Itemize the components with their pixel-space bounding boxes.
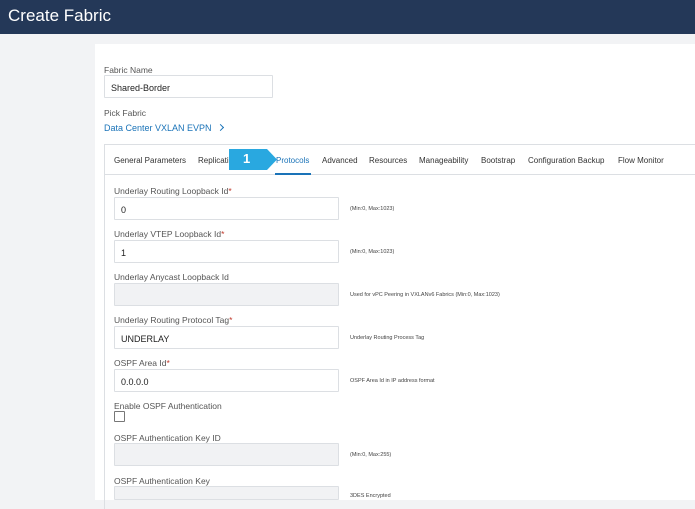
required-mark: * [221,229,225,239]
underlay-routing-loopback-label-text: Underlay Routing Loopback Id [114,186,229,196]
window-title: Create Fabric [8,6,111,25]
pick-fabric-link[interactable]: Data Center VXLAN EVPN [104,123,224,133]
ospf-auth-key-label: OSPF Authentication Key [114,476,210,486]
step-callout-number: 1 [243,151,251,166]
tab-configuration-backup[interactable]: Configuration Backup [528,156,605,165]
active-tab-indicator [275,173,311,175]
fabric-name-label: Fabric Name [104,65,153,75]
underlay-vtep-loopback-hint: (Min:0, Max:1023) [350,249,395,255]
underlay-routing-protocol-tag-hint: Underlay Routing Process Tag [350,335,425,341]
required-mark: * [166,358,170,368]
underlay-vtep-loopback-label-text: Underlay VTEP Loopback Id [114,229,222,239]
fabric-name-input[interactable]: Shared-Border [104,75,273,98]
underlay-routing-protocol-tag-label-text: Underlay Routing Protocol Tag [114,315,230,325]
ospf-auth-key-id-hint: (Min:0, Max:255) [350,452,392,458]
ospf-area-id-label: OSPF Area Id* [114,358,170,368]
tab-manageability[interactable]: Manageability [419,156,468,165]
enable-ospf-auth-label: Enable OSPF Authentication [114,401,222,411]
tab-general-parameters[interactable]: General Parameters [114,156,186,165]
underlay-routing-loopback-label: Underlay Routing Loopback Id* [114,186,232,196]
tab-bootstrap[interactable]: Bootstrap [481,156,515,165]
underlay-anycast-loopback-hint: Used for vPC Peering in VXLANv6 Fabrics … [350,292,500,298]
underlay-vtep-loopback-input[interactable]: 1 [114,240,339,263]
underlay-anycast-loopback-input[interactable] [114,283,339,306]
tab-flow-monitor[interactable]: Flow Monitor [618,156,664,165]
pick-fabric-label: Pick Fabric [104,108,147,118]
tab-resources[interactable]: Resources [369,156,407,165]
pick-fabric-value: Data Center VXLAN EVPN [104,123,212,133]
ospf-area-id-input[interactable]: 0.0.0.0 [114,369,339,392]
tab-replication[interactable]: Replicati [198,156,229,165]
ospf-area-id-hint: OSPF Area Id in IP address format [350,378,435,384]
underlay-anycast-loopback-label: Underlay Anycast Loopback Id [114,272,229,282]
title-bar: Create Fabric [0,0,695,34]
tab-protocols[interactable]: Protocols [276,156,309,165]
underlay-routing-loopback-hint: (Min:0, Max:1023) [350,206,395,212]
underlay-routing-loopback-input[interactable]: 0 [114,197,339,220]
enable-ospf-auth-checkbox[interactable] [114,411,125,422]
ospf-auth-key-id-input[interactable] [114,443,339,466]
underlay-routing-protocol-tag-label: Underlay Routing Protocol Tag* [114,315,232,325]
ospf-auth-key-input[interactable] [114,486,339,500]
underlay-vtep-loopback-label: Underlay VTEP Loopback Id* [114,229,224,239]
ospf-auth-key-id-label: OSPF Authentication Key ID [114,433,221,443]
required-mark: * [228,186,232,196]
step-callout-arrow [229,149,277,170]
chevron-right-icon [216,123,224,132]
underlay-routing-protocol-tag-input[interactable]: UNDERLAY [114,326,339,349]
ospf-auth-key-hint: 3DES Encrypted [350,493,391,499]
required-mark: * [229,315,233,325]
tab-advanced[interactable]: Advanced [322,156,358,165]
ospf-area-id-label-text: OSPF Area Id [114,358,167,368]
